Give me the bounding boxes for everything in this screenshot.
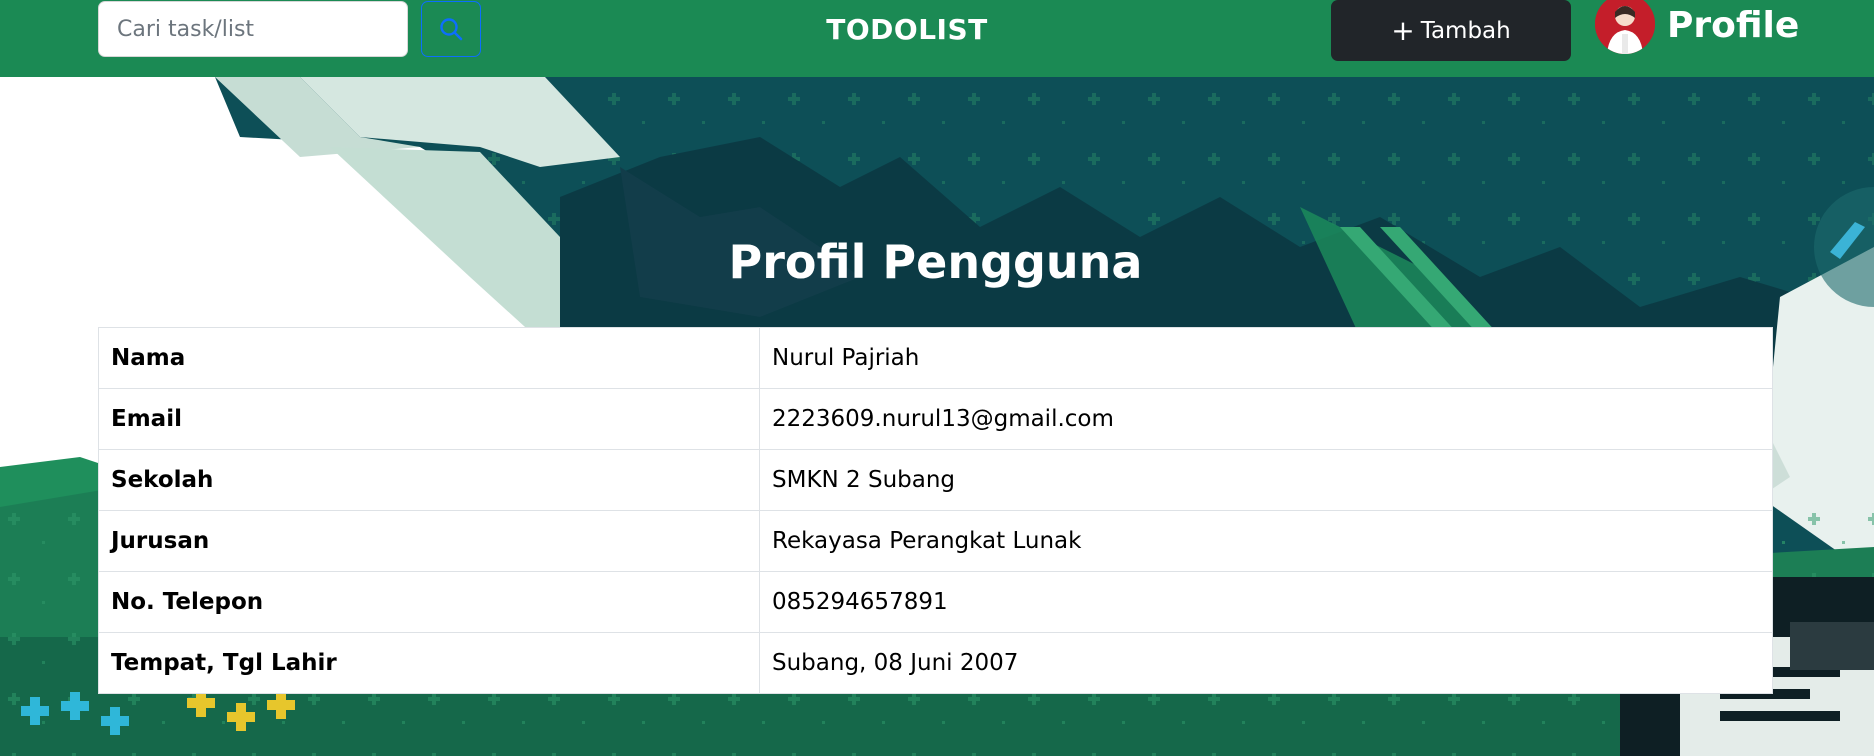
row-value: Nurul Pajriah (759, 327, 1773, 389)
table-row: Email 2223609.nurul13@gmail.com (98, 388, 1773, 450)
row-label: Email (98, 388, 760, 450)
search-icon (438, 16, 464, 42)
avatar-image (1595, 0, 1655, 54)
row-label: Jurusan (98, 510, 760, 572)
row-value: Rekayasa Perangkat Lunak (759, 510, 1773, 572)
table-row: Tempat, Tgl Lahir Subang, 08 Juni 2007 (98, 632, 1773, 694)
profile-table-body: Nama Nurul Pajriah Email 2223609.nurul13@gm… (98, 327, 1773, 694)
table-row: Sekolah SMKN 2 Subang (98, 449, 1773, 511)
row-value: 085294657891 (759, 571, 1773, 633)
row-label: No. Telepon (98, 571, 760, 633)
row-label: Sekolah (98, 449, 760, 511)
brand-title: TODOLIST (826, 13, 988, 46)
search-button[interactable] (421, 1, 481, 57)
row-value: SMKN 2 Subang (759, 449, 1773, 511)
row-value: Subang, 08 Juni 2007 (759, 632, 1773, 694)
search-input[interactable] (98, 1, 408, 57)
table-row: Jurusan Rekayasa Perangkat Lunak (98, 510, 1773, 572)
table-row: Nama Nurul Pajriah (98, 327, 1773, 389)
row-label: Tempat, Tgl Lahir (98, 632, 760, 694)
avatar[interactable] (1595, 0, 1655, 54)
add-task-label: Tambah (1420, 17, 1511, 44)
profile-link[interactable]: Profile (1667, 2, 1799, 50)
plus-icon: + (1391, 13, 1415, 47)
table-row: No. Telepon 085294657891 (98, 571, 1773, 633)
navbar: TODOLIST + Tambah Profile (0, 0, 1874, 77)
page-title: Profil Pengguna (728, 235, 1143, 289)
profile-table: Nama Nurul Pajriah Email 2223609.nurul13@gm… (98, 327, 1773, 694)
row-label: Nama (98, 327, 760, 389)
add-task-button[interactable]: + Tambah (1331, 0, 1571, 61)
row-value: 2223609.nurul13@gmail.com (759, 388, 1773, 450)
